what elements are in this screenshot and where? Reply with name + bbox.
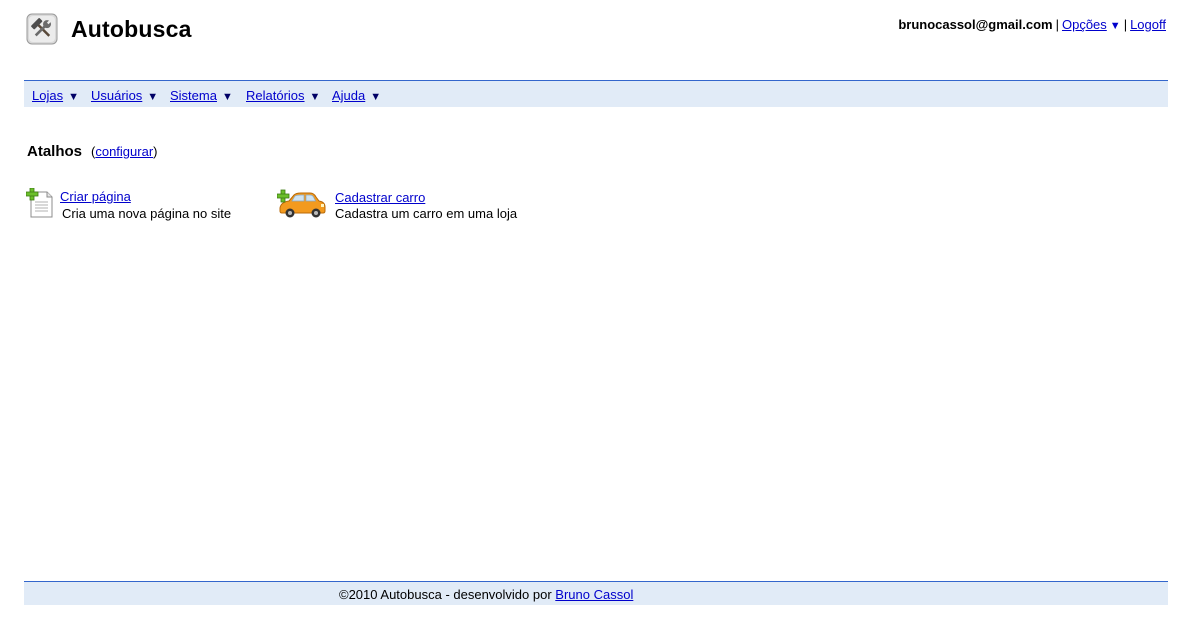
tools-icon — [26, 13, 58, 45]
menu-item-label[interactable]: Relatórios — [246, 88, 305, 103]
separator: | — [1123, 17, 1128, 32]
logoff-link[interactable]: Logoff — [1130, 17, 1166, 32]
menu-item-label[interactable]: Lojas — [32, 88, 63, 103]
chevron-down-icon[interactable]: ▼ — [310, 91, 321, 103]
menu-item-sistema[interactable]: Sistema ▼ — [170, 88, 233, 103]
chevron-down-icon[interactable]: ▼ — [222, 91, 233, 103]
shortcuts-configure: (configurar) — [91, 144, 158, 159]
chevron-down-icon[interactable]: ▼ — [68, 91, 79, 103]
create-page-description: Cria uma nova página no site — [62, 206, 232, 221]
menu-item-ajuda[interactable]: Ajuda ▼ — [332, 88, 381, 103]
author-link[interactable]: Bruno Cassol — [555, 587, 633, 602]
footer-copyright: ©2010 Autobusca - desenvolvido por — [339, 587, 552, 602]
main-menu: Lojas ▼ Usuários ▼ Sistema ▼ Relatórios ▼ Aj… — [24, 80, 1168, 107]
chevron-down-icon[interactable]: ▼ — [147, 91, 158, 103]
add-car-link[interactable]: Cadastrar carro — [335, 190, 425, 205]
user-bar: brunocassol@gmail.com | Opções ▼ | Logoff — [898, 17, 1166, 32]
footer: ©2010 Autobusca - desenvolvido por Bruno… — [24, 581, 1168, 605]
add-page-icon[interactable] — [25, 187, 56, 218]
configure-link[interactable]: configurar — [95, 144, 153, 159]
options-dropdown-icon[interactable]: ▼ — [1110, 20, 1121, 32]
footer-text: ©2010 Autobusca - desenvolvido por Bruno… — [339, 587, 633, 602]
menu-item-label[interactable]: Ajuda — [332, 88, 365, 103]
add-car-icon[interactable] — [276, 189, 327, 219]
menu-item-label[interactable]: Sistema — [170, 88, 217, 103]
shortcuts-title: Atalhos — [27, 143, 83, 160]
chevron-down-icon[interactable]: ▼ — [370, 91, 381, 103]
menu-item-relatorios[interactable]: Relatórios ▼ — [246, 88, 320, 103]
options-link[interactable]: Opções — [1062, 17, 1107, 32]
menu-item-label[interactable]: Usuários — [91, 88, 142, 103]
create-page-link[interactable]: Criar página — [60, 189, 131, 204]
separator: | — [1055, 17, 1059, 32]
add-car-description: Cadastra um carro em uma loja — [335, 206, 518, 221]
app-title: Autobusca — [71, 16, 192, 42]
menu-item-usuarios[interactable]: Usuários ▼ — [91, 88, 158, 103]
user-email: brunocassol@gmail.com — [898, 17, 1053, 32]
menu-item-lojas[interactable]: Lojas ▼ — [32, 88, 79, 103]
